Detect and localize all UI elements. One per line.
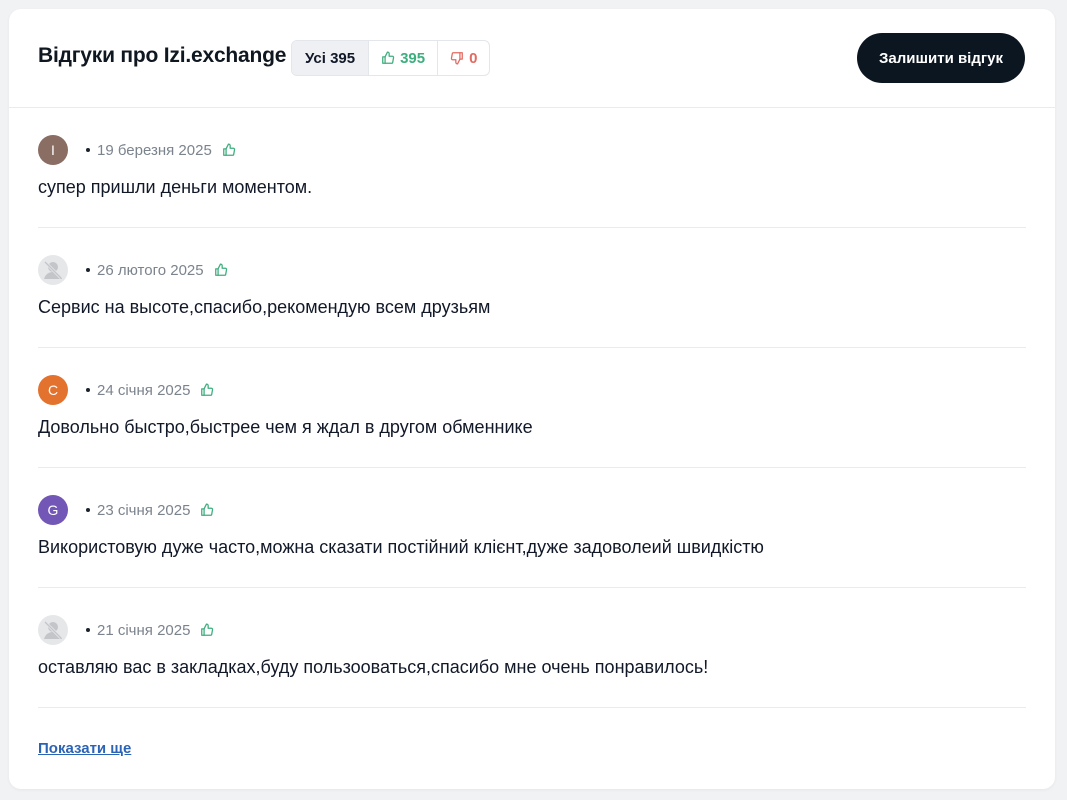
thumbs-up-icon <box>222 143 236 157</box>
review-item: 21 січня 2025 оставляю вас в закладках,б… <box>38 588 1026 708</box>
review-text: Довольно быстро,быстрее чем я ждал в дру… <box>38 417 533 437</box>
review-meta: 21 січня 2025 <box>38 615 214 645</box>
avatar-letter: I <box>51 142 55 158</box>
leave-review-button[interactable]: Залишити відгук <box>857 33 1025 83</box>
review-meta: C 24 січня 2025 <box>38 375 214 405</box>
avatar-letter: C <box>47 382 59 398</box>
thumbs-up-icon <box>200 623 214 637</box>
thumbs-down-icon <box>450 52 464 65</box>
show-more-link[interactable]: Показати ще <box>38 740 131 757</box>
reviews-list: I 19 березня 2025 супер пришли деньги мо… <box>38 108 1026 708</box>
review-item: C 24 січня 2025 Довольно быстро,быстрее … <box>38 348 1026 468</box>
separator-dot <box>86 268 90 272</box>
review-meta: G 23 січня 2025 <box>38 495 214 525</box>
review-item: 26 лютого 2025 Сервис на высоте,спасибо,… <box>38 228 1026 348</box>
filter-positive-button[interactable]: 395 <box>368 41 437 75</box>
review-date: 24 січня 2025 <box>97 381 191 399</box>
separator-dot <box>86 388 90 392</box>
review-date: 21 січня 2025 <box>97 621 191 639</box>
reviews-card: Відгуки про Izi.exchange Усі 395 395 0 З… <box>9 9 1055 789</box>
review-text: Сервис на высоте,спасибо,рекомендую всем… <box>38 297 491 317</box>
review-text: Використовую дуже часто,можна сказати по… <box>38 537 764 557</box>
negative-count: 0 <box>469 49 478 67</box>
review-text: супер пришли деньги моментом. <box>38 177 313 197</box>
separator-dot <box>86 148 90 152</box>
review-meta: 26 лютого 2025 <box>38 255 228 285</box>
separator-dot <box>86 628 90 632</box>
anonymous-user-icon <box>38 255 68 285</box>
review-meta: I 19 березня 2025 <box>38 135 236 165</box>
positive-count: 395 <box>400 49 426 67</box>
avatar: C <box>38 375 68 405</box>
filter-all-button[interactable]: Усі 395 <box>292 41 369 75</box>
avatar-letter: G <box>47 502 59 518</box>
filter-negative-button[interactable]: 0 <box>437 41 489 75</box>
page-title: Відгуки про Izi.exchange <box>38 44 287 67</box>
separator-dot <box>86 508 90 512</box>
review-filter-group: Усі 395 395 0 <box>291 40 491 76</box>
review-item: I 19 березня 2025 супер пришли деньги мо… <box>38 108 1026 228</box>
review-item: G 23 січня 2025 Використовую дуже часто,… <box>38 468 1026 588</box>
avatar: I <box>38 135 68 165</box>
thumbs-up-icon <box>382 51 395 64</box>
review-date: 23 січня 2025 <box>97 501 191 519</box>
review-date: 26 лютого 2025 <box>97 261 204 279</box>
review-date: 19 березня 2025 <box>97 141 212 159</box>
thumbs-up-icon <box>214 263 228 277</box>
thumbs-up-icon <box>200 383 214 397</box>
anonymous-user-icon <box>38 615 68 645</box>
filter-all-label: Усі 395 <box>305 49 356 67</box>
thumbs-up-icon <box>200 503 214 517</box>
review-text: оставляю вас в закладках,буду пользооват… <box>38 657 709 677</box>
avatar: G <box>38 495 68 525</box>
reviews-header: Відгуки про Izi.exchange Усі 395 395 0 З… <box>9 9 1055 108</box>
